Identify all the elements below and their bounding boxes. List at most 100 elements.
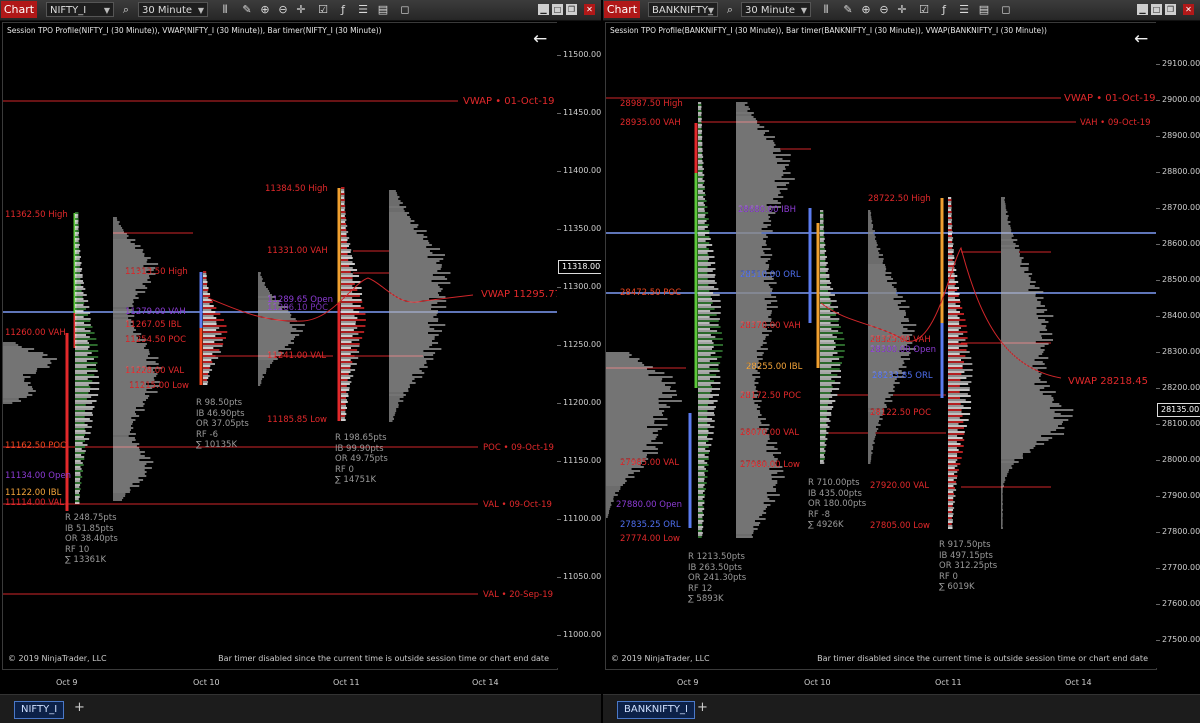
price-tick: 11250.00 [556, 340, 601, 349]
stat-volume: ∑ 6019K [939, 582, 975, 593]
day1-ibl-label: 11122.00 IBL [5, 488, 62, 498]
price-tick: 28500.00 [1155, 275, 1200, 284]
price-axis[interactable]: 29100.00 29000.00 28900.00 28800.00 2870… [1155, 22, 1200, 668]
stat-volume: ∑ 14751K [335, 475, 377, 486]
search-icon[interactable]: ⌕ [119, 3, 133, 17]
day2-ibl-label: 11267.05 IBL [125, 320, 182, 330]
price-tick: 28900.00 [1155, 131, 1200, 140]
chart-window-nifty: Chart NIFTY_I ▼ ⌕ 30 Minute ▼ ⫴ ✎ ⊕ ⊖ ✛ ☑ … [0, 0, 601, 723]
instrument-link-icon[interactable]: ◻ [398, 3, 412, 17]
day3-poc-label: 28122.50 POC [870, 408, 932, 418]
day1-vah-label: 11260.00 VAH [5, 328, 66, 338]
indicators-icon[interactable]: ƒ [937, 3, 951, 17]
price-tick: 11150.00 [556, 456, 601, 465]
price-tick: 28700.00 [1155, 203, 1200, 212]
price-tick: 11050.00 [556, 572, 601, 581]
close-icon[interactable]: ✕ [584, 4, 595, 15]
tab-nifty[interactable]: NIFTY_I [14, 701, 65, 719]
interval-selector[interactable]: 30 Minute ▼ [138, 2, 208, 17]
crosshair-icon[interactable]: ✛ [294, 3, 308, 17]
back-arrow-icon[interactable]: ← [1134, 29, 1148, 49]
back-arrow-icon[interactable]: ← [533, 29, 547, 49]
price-tick: 28100.00 [1155, 419, 1200, 428]
price-tick: 11100.00 [556, 514, 601, 523]
vwap-current-label: VWAP 11295.77 [481, 289, 558, 300]
day1-open-label: 11134.00 Open [5, 471, 71, 481]
instrument-selector[interactable]: BANKNIFTY_ ▼ [648, 2, 718, 17]
properties-icon[interactable]: ☰ [957, 3, 971, 17]
price-axis[interactable]: 11500.00 11450.00 11400.00 11350.00 1130… [556, 22, 601, 668]
add-tab-icon[interactable]: + [74, 700, 85, 715]
instrument-link-icon[interactable]: ◻ [999, 3, 1013, 17]
vwap-oct1-label: VWAP • 01-Oct-19 [463, 96, 555, 107]
instrument-selector[interactable]: NIFTY_I ▼ [46, 2, 114, 17]
stat-volume: ∑ 5893K [688, 594, 724, 605]
day1-val-label: 11114.00 VAL [5, 498, 65, 508]
val-oct9-label: VAL • 09-Oct-19 [483, 500, 552, 510]
stat-or: OR 49.75pts [335, 454, 388, 465]
interval-value: 30 Minute [142, 5, 193, 16]
chart-window-banknifty: Chart BANKNIFTY_ ▼ ⌕ 30 Minute ▼ ⫴ ✎ ⊕ ⊖ ✛… [603, 0, 1200, 723]
day3-val-label: 27920.00 VAL [870, 481, 930, 491]
strategies-icon[interactable]: ☑ [917, 3, 931, 17]
indicators-icon[interactable]: ƒ [336, 3, 350, 17]
bar-type-icon[interactable]: ⫴ [218, 3, 232, 17]
zoom-in-icon[interactable]: ⊕ [258, 3, 272, 17]
stat-range: R 198.65pts [335, 433, 387, 443]
zoom-in-icon[interactable]: ⊕ [859, 3, 873, 17]
add-tab-icon[interactable]: + [697, 700, 708, 715]
price-chart-area[interactable]: Session TPO Profile(BANKNIFTY_I (30 Minu… [605, 22, 1157, 670]
chart-menu-button[interactable]: Chart [604, 1, 640, 18]
chevron-down-icon: ▼ [707, 6, 714, 15]
poc-oct9-label: POC • 09-Oct-19 [483, 443, 554, 453]
time-tick: Oct 9 [677, 678, 699, 687]
price-tick: 28800.00 [1155, 167, 1200, 176]
time-tick: Oct 11 [333, 678, 360, 687]
restore-icon[interactable]: ❐ [566, 4, 577, 15]
day2-stats: R 710.00pts IB 435.00pts OR 180.00pts RF… [808, 478, 866, 531]
minimize-icon[interactable]: ▁ [1137, 4, 1148, 15]
time-tick: Oct 11 [935, 678, 962, 687]
templates-icon[interactable]: ▤ [977, 3, 991, 17]
bar-type-icon[interactable]: ⫴ [819, 3, 833, 17]
minimize-icon[interactable]: ▁ [538, 4, 549, 15]
stat-ib: IB 99.90pts [335, 443, 384, 454]
interval-selector[interactable]: 30 Minute ▼ [741, 2, 811, 17]
chart-tab-bar: NIFTY_I + [0, 694, 601, 723]
stat-or: OR 180.00pts [808, 499, 867, 510]
stat-or: OR 312.25pts [939, 561, 998, 572]
day1-val-label: 27985.00 VAL [620, 458, 680, 468]
tab-banknifty[interactable]: BANKNIFTY_I [617, 701, 695, 719]
day2-ibh-label: 28680.00 IBH [738, 205, 796, 215]
draw-tools-icon[interactable]: ✎ [240, 3, 254, 17]
properties-icon[interactable]: ☰ [356, 3, 370, 17]
maximize-icon[interactable]: □ [1151, 4, 1162, 15]
stat-rf: RF -6 [196, 429, 218, 440]
zoom-out-icon[interactable]: ⊖ [276, 3, 290, 17]
day2-stats: R 98.50pts IB 46.90pts OR 37.05pts RF -6… [196, 398, 249, 451]
price-tick: 11350.00 [556, 224, 601, 233]
time-tick: Oct 14 [1065, 678, 1092, 687]
day2-poc-label: 28172.50 POC [740, 391, 802, 401]
copyright-text: © 2019 NinjaTrader, LLC [8, 654, 107, 663]
strategies-icon[interactable]: ☑ [316, 3, 330, 17]
day1-poc-label: 11162.50 POC [5, 441, 67, 451]
crosshair-icon[interactable]: ✛ [895, 3, 909, 17]
maximize-icon[interactable]: □ [552, 4, 563, 15]
chart-menu-button[interactable]: Chart [1, 1, 37, 18]
search-icon[interactable]: ⌕ [723, 3, 737, 17]
price-tick: 27600.00 [1155, 599, 1200, 608]
price-tick: 11400.00 [556, 166, 601, 175]
draw-tools-icon[interactable]: ✎ [841, 3, 855, 17]
price-tick: 29100.00 [1155, 59, 1200, 68]
templates-icon[interactable]: ▤ [376, 3, 390, 17]
day1-high-label: 28987.50 High [620, 99, 683, 109]
price-chart-area[interactable]: Session TPO Profile(NIFTY_I (30 Minute))… [2, 22, 558, 670]
day1-poc-label: 28472.50 POC [620, 288, 682, 298]
current-price-marker: 11318.00 [558, 260, 601, 274]
stat-range: R 248.75pts [65, 513, 117, 523]
close-icon[interactable]: ✕ [1183, 4, 1194, 15]
chart-title: Session TPO Profile(NIFTY_I (30 Minute))… [7, 26, 382, 35]
restore-icon[interactable]: ❐ [1165, 4, 1176, 15]
zoom-out-icon[interactable]: ⊖ [877, 3, 891, 17]
